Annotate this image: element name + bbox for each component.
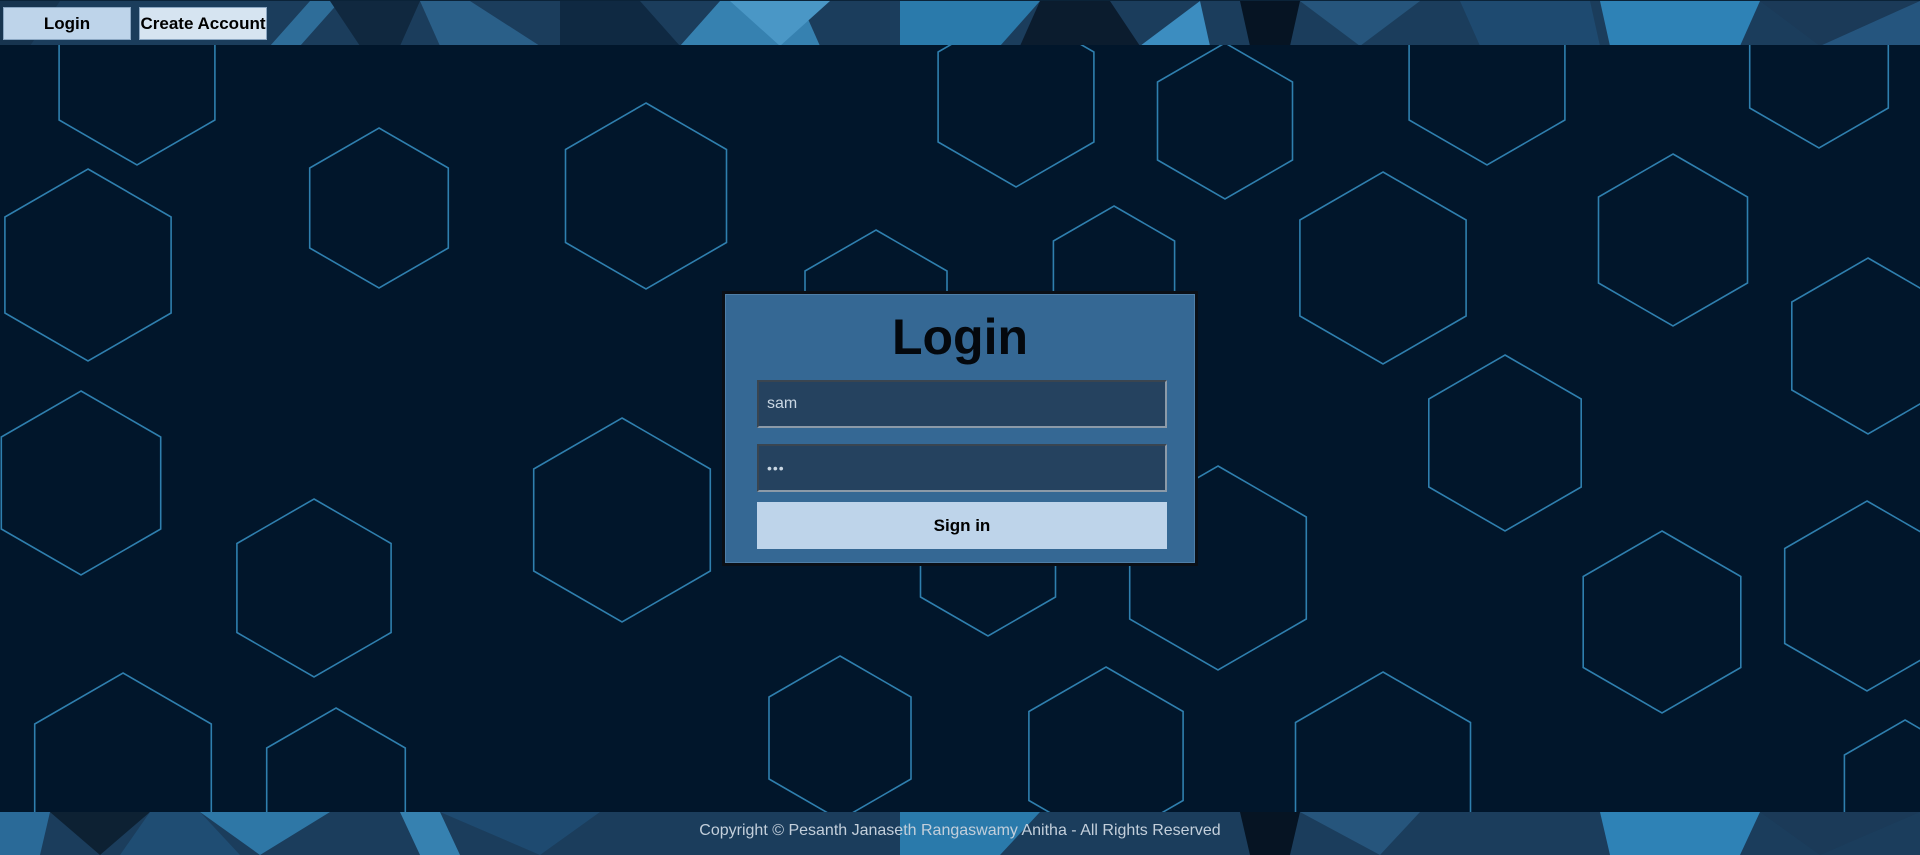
hexagon-outline [0,390,162,576]
hexagon-outline [1408,45,1566,166]
hexagon-outline [1597,153,1749,327]
hexagon-outline [33,672,213,812]
nav-create-account-button[interactable]: Create Account [139,7,267,40]
hexagon-outline [564,102,728,290]
hexagon-outline [1582,530,1742,714]
top-navigation-bar: Login Create Account [0,0,1920,45]
login-card: Login sam ••• Sign in [722,291,1198,566]
hexagon-outline [236,498,392,678]
hexagon-outline [265,707,407,812]
hexagon-outline [1028,666,1184,812]
hexagon-outline [1428,354,1582,532]
hexagon-outline [1791,257,1920,435]
hexagon-outline [1843,719,1920,812]
nav-login-button[interactable]: Login [3,7,131,40]
hexagon-outline [4,168,172,362]
password-input[interactable]: ••• [757,444,1167,492]
copyright-text: Copyright © Pesanth Janaseth Rangaswamy … [699,822,1221,839]
login-page: Login Create Account Login sam ••• Sign … [0,0,1920,855]
hexagon-outline [308,127,450,289]
hexagon-outline [937,45,1095,188]
hexagon-outline [1299,171,1467,365]
hexagon-outline [1294,671,1472,812]
sign-in-button[interactable]: Sign in [757,502,1167,549]
username-input[interactable]: sam [757,380,1167,428]
login-title: Login [891,309,1029,365]
hexagon-outline [532,417,712,623]
hexagon-outline [1748,45,1890,149]
hexagon-outline [58,45,216,166]
hexagon-outline [1783,500,1920,692]
hexagon-outline [768,655,912,812]
low-poly-texture [0,1,1920,45]
hexagon-outline [1156,45,1294,200]
